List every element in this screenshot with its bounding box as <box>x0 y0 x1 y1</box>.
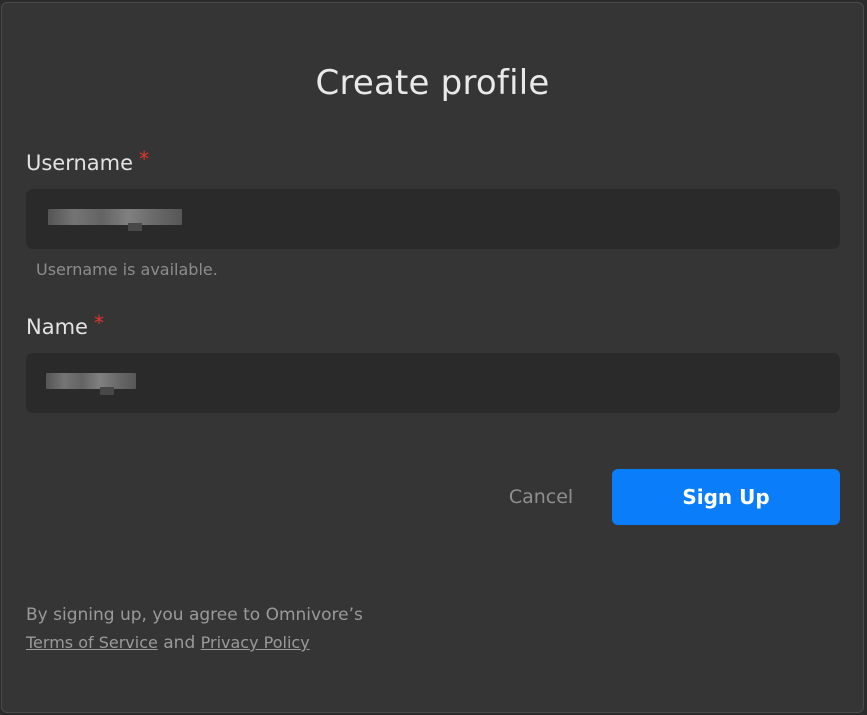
privacy-policy-link[interactable]: Privacy Policy <box>201 633 310 652</box>
username-required-mark: * <box>139 147 150 171</box>
name-input[interactable] <box>26 353 840 413</box>
legal-links-line: Terms of Service and Privacy Policy <box>26 629 363 657</box>
username-redacted-value <box>48 209 182 231</box>
cancel-button[interactable]: Cancel <box>472 469 610 525</box>
sign-up-button[interactable]: Sign Up <box>612 469 840 525</box>
dialog-title: Create profile <box>315 63 550 103</box>
name-redacted-value <box>46 373 136 395</box>
legal-prefix: By signing up, you agree to Omnivore’s <box>26 605 363 625</box>
username-input[interactable] <box>26 189 840 249</box>
username-label: Username * <box>26 147 149 175</box>
username-availability-hint: Username is available. <box>36 260 218 279</box>
name-label-text: Name <box>26 315 88 339</box>
create-profile-dialog: Create profile Username * Username is ava… <box>1 2 864 713</box>
legal-notice: By signing up, you agree to Omnivore’s T… <box>26 601 363 657</box>
name-required-mark: * <box>93 311 104 335</box>
username-label-text: Username <box>26 151 134 175</box>
legal-conjunction: and <box>163 633 196 653</box>
name-label: Name * <box>26 311 104 339</box>
terms-of-service-link[interactable]: Terms of Service <box>26 633 158 652</box>
